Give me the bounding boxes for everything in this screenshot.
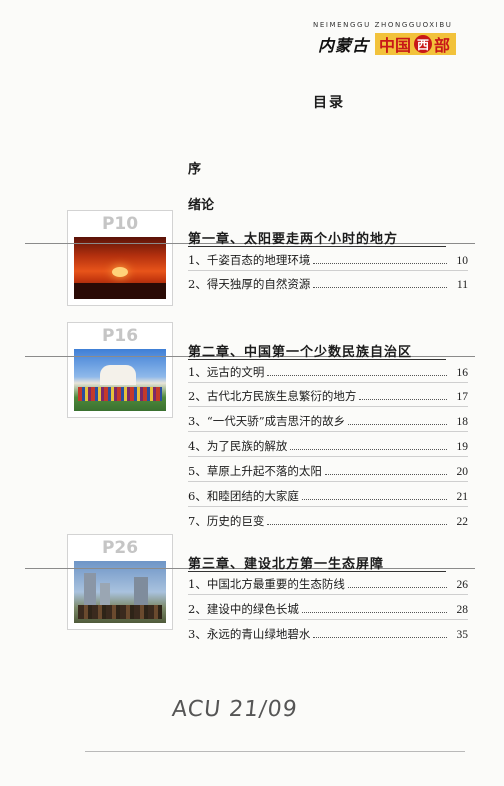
toc-entry-page: 22 — [456, 516, 469, 528]
toc-entry[interactable]: 4、为了民族的解放 19 — [188, 438, 468, 455]
dot-leader — [347, 587, 447, 588]
toc-entry[interactable]: 6、和睦团结的大家庭 21 — [188, 488, 468, 505]
toc-entry-page: 18 — [456, 416, 469, 428]
toc-entry-text: 7、历史的巨变 — [188, 514, 265, 528]
series-pinyin: NEIMENGGU ZHONGGUOXIBU — [313, 21, 453, 29]
chapter-1-underline — [188, 246, 446, 247]
chapter-2-title[interactable]: 第二章、中国第一个少数民族自治区 — [188, 341, 412, 360]
chapter-2-underline — [188, 359, 446, 360]
chapter-3-page-label: P26 — [101, 538, 139, 558]
toc-entry[interactable]: 2、得天独厚的自然资源 11 — [188, 276, 468, 293]
toc-entry-page: 16 — [456, 367, 469, 379]
dot-leader — [359, 399, 447, 400]
toc-preface[interactable]: 序 — [188, 158, 201, 177]
entry-divider — [188, 506, 468, 507]
dot-leader — [301, 499, 447, 500]
dot-leader — [290, 449, 447, 450]
toc-entry-text: 2、得天独厚的自然资源 — [188, 277, 311, 291]
handwritten-note: ACU 21/09 — [170, 697, 299, 722]
toc-entry[interactable]: 1、千姿百态的地理环境 10 — [188, 252, 468, 269]
grassland-festival-image — [74, 349, 166, 411]
toc-entry-page: 20 — [456, 466, 469, 478]
brand-neimenggu: 内蒙古 — [318, 36, 370, 55]
toc-entry[interactable]: 5、草原上升起不落的太阳 20 — [188, 463, 468, 480]
toc-entry-text: 6、和睦团结的大家庭 — [188, 489, 299, 503]
toc-entry[interactable]: 2、建设中的绿色长城 28 — [188, 601, 468, 618]
toc-entry-text: 4、为了民族的解放 — [188, 439, 288, 453]
toc-entry-text: 1、远古的文明 — [188, 365, 265, 379]
toc-entry[interactable]: 3、永远的青山绿地碧水 35 — [188, 626, 468, 643]
chapter-3-underline — [188, 571, 446, 572]
toc-entry-text: 3、永远的青山绿地碧水 — [188, 627, 311, 641]
toc-entry[interactable]: 1、中国北方最重要的生态防线 26 — [188, 576, 468, 593]
entry-divider — [188, 270, 468, 271]
toc-entry-page: 10 — [456, 255, 469, 267]
city-horses-image — [74, 561, 166, 623]
toc-entry-text: 1、千姿百态的地理环境 — [188, 253, 311, 267]
entry-divider — [188, 481, 468, 482]
dot-leader — [313, 287, 447, 288]
dot-leader — [348, 424, 447, 425]
page-title: 目录 — [313, 95, 345, 111]
dot-leader — [313, 637, 447, 638]
toc-entry[interactable]: 3、“一代天骄”成吉思汗的故乡 18 — [188, 413, 468, 430]
bottom-rule — [85, 751, 465, 752]
entry-divider — [188, 431, 468, 432]
dot-leader — [313, 263, 447, 264]
brand-zhongguo-xibu: 中国 西 部 — [375, 33, 457, 55]
chapter-1-title[interactable]: 第一章、太阳要走两个小时的地方 — [188, 228, 398, 247]
chapter-3-thumbnail: P26 — [67, 534, 173, 630]
toc-entry-text: 2、古代北方民族生息繁衍的地方 — [188, 389, 357, 403]
entry-divider — [188, 619, 468, 620]
dot-leader — [301, 612, 447, 613]
chapter-2-thumbnail: P16 — [67, 322, 173, 418]
brand-bu: 部 — [434, 36, 451, 55]
chapter-2-page-label: P16 — [101, 326, 139, 346]
toc-entry[interactable]: 2、古代北方民族生息繁衍的地方 17 — [188, 388, 468, 405]
chapter-1-thumbnail: P10 — [67, 210, 173, 306]
brand-xi-circle: 西 — [414, 35, 433, 53]
series-logo: 内蒙古 中国 西 部 — [318, 33, 457, 55]
entry-divider — [188, 594, 468, 595]
toc-entry-page: 19 — [456, 441, 469, 453]
toc-page: NEIMENGGU ZHONGGUOXIBU 内蒙古 中国 西 部 目录 序 绪… — [0, 0, 504, 786]
toc-entry[interactable]: 7、历史的巨变 22 — [188, 513, 468, 530]
toc-entry-page: 28 — [456, 604, 469, 616]
sunset-image — [74, 237, 166, 299]
toc-entry-page: 21 — [456, 491, 469, 503]
dot-leader — [267, 375, 447, 376]
toc-introduction[interactable]: 绪论 — [188, 194, 214, 213]
chapter-1-page-label: P10 — [101, 214, 139, 234]
toc-entry-text: 3、“一代天骄”成吉思汗的故乡 — [188, 414, 346, 428]
toc-entry-page: 11 — [456, 279, 468, 291]
dot-leader — [324, 474, 447, 475]
toc-entry[interactable]: 1、远古的文明 16 — [188, 364, 468, 381]
brand-zhongguo: 中国 — [379, 36, 412, 55]
toc-entry-text: 2、建设中的绿色长城 — [188, 602, 299, 616]
entry-divider — [188, 382, 468, 383]
toc-entry-text: 5、草原上升起不落的太阳 — [188, 464, 322, 478]
chapter-3-title[interactable]: 第三章、建设北方第一生态屏障 — [188, 553, 384, 572]
toc-entry-page: 35 — [456, 629, 469, 641]
entry-divider — [188, 406, 468, 407]
entry-divider — [188, 456, 468, 457]
toc-entry-page: 17 — [456, 391, 469, 403]
toc-entry-text: 1、中国北方最重要的生态防线 — [188, 577, 345, 591]
dot-leader — [267, 524, 447, 525]
toc-entry-page: 26 — [456, 579, 469, 591]
